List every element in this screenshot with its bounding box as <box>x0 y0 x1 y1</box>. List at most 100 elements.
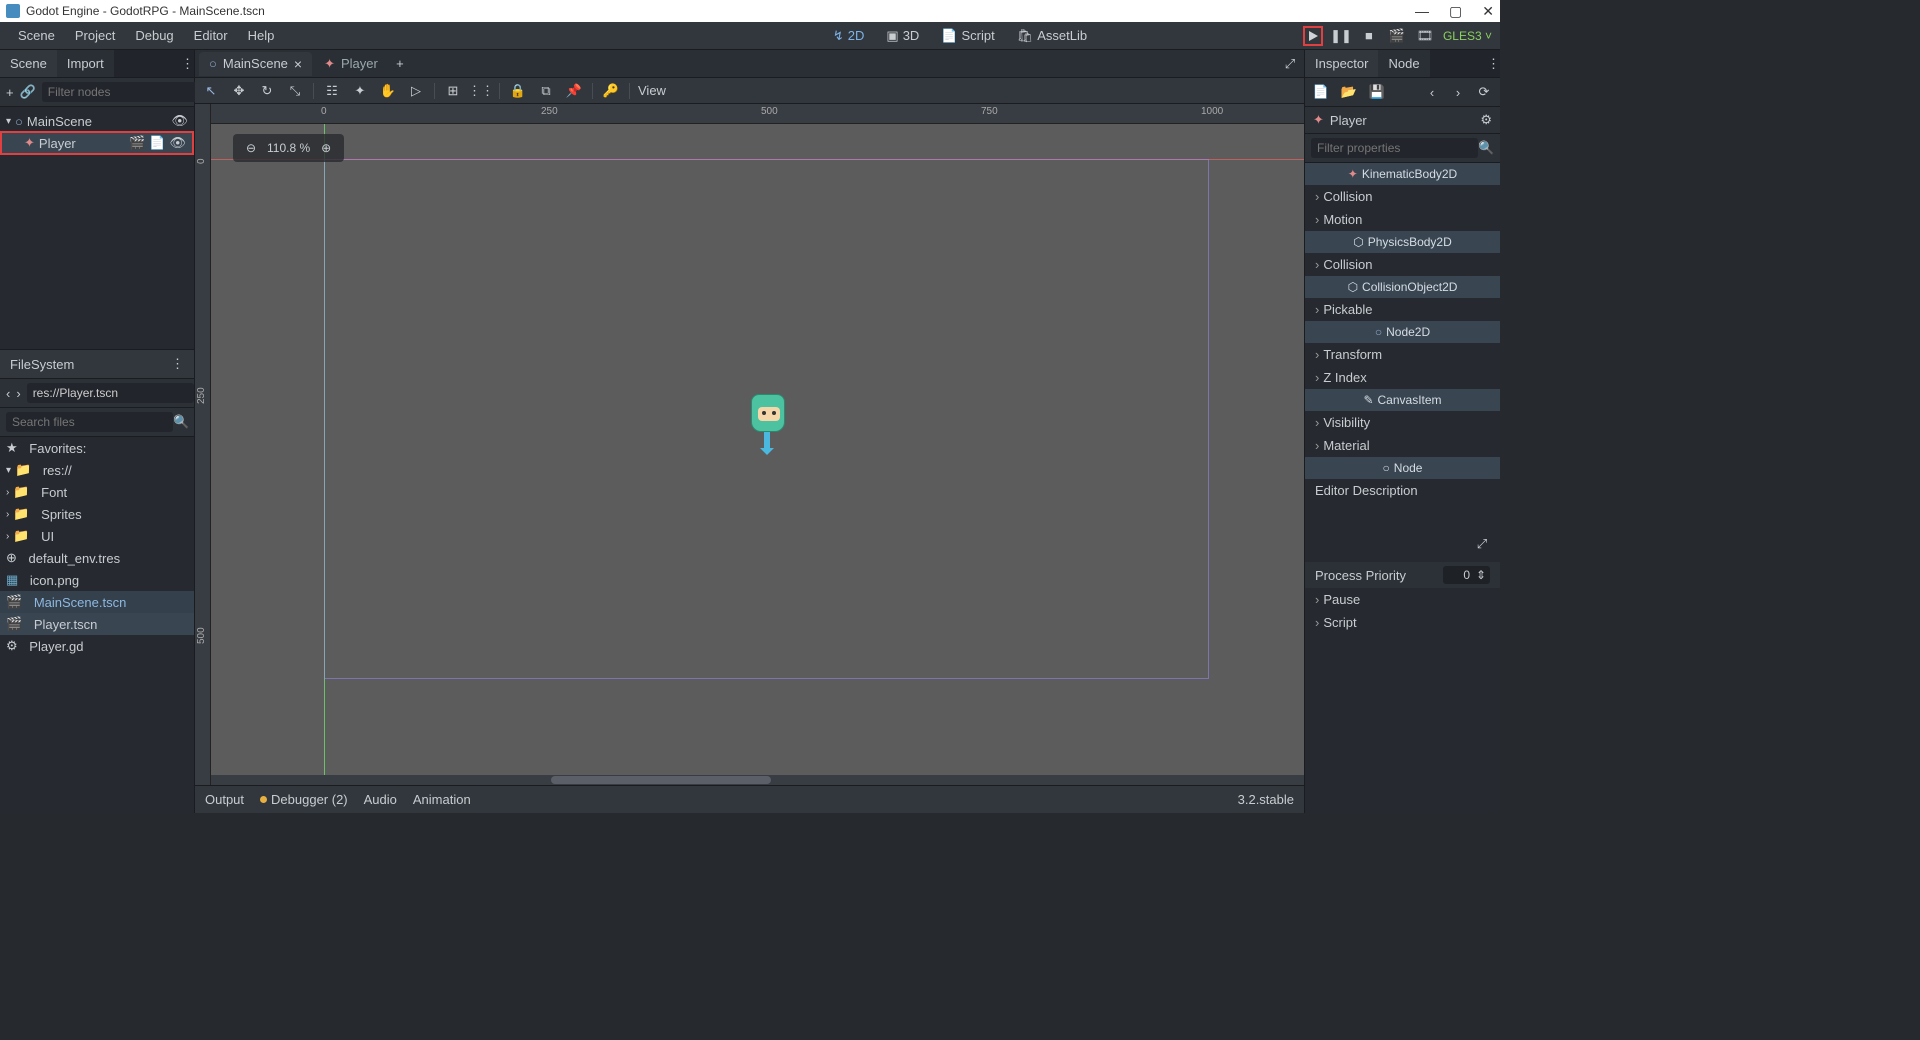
process-priority-value[interactable]: 0⇕ <box>1443 566 1490 584</box>
object-menu-icon[interactable]: ⚙ <box>1480 112 1492 128</box>
renderer-selector[interactable]: GLES3 ˅ <box>1443 29 1492 43</box>
play-custom-button[interactable]: 🎞 <box>1415 26 1435 46</box>
group-collision[interactable]: Collision <box>1305 253 1500 276</box>
link-node-icon[interactable]: 🔗 <box>20 82 36 102</box>
open-resource-icon[interactable]: 📂 <box>1339 82 1359 102</box>
move-tool-icon[interactable]: ✥ <box>229 81 249 101</box>
expand-textarea-icon[interactable]: ⤢ <box>1472 534 1492 554</box>
folder-row[interactable]: ›📁 Sprites <box>0 503 194 525</box>
group-motion[interactable]: Motion <box>1305 208 1500 231</box>
group-zindex[interactable]: Z Index <box>1305 366 1500 389</box>
rotate-tool-icon[interactable]: ↻ <box>257 81 277 101</box>
load-resource-icon[interactable]: 📄 <box>1311 82 1331 102</box>
view-menu[interactable]: View <box>638 83 666 98</box>
bottom-tab-audio[interactable]: Audio <box>364 792 397 807</box>
workspace-script[interactable]: 📄 Script <box>933 24 1002 48</box>
file-row[interactable]: ⚙ Player.gd <box>0 635 194 657</box>
group-pickable[interactable]: Pickable <box>1305 298 1500 321</box>
maximize-icon[interactable]: ▢ <box>1449 3 1462 20</box>
bone-icon[interactable]: 📌 <box>564 81 584 101</box>
history-list-icon[interactable]: ⟳ <box>1474 82 1494 102</box>
stop-button[interactable]: ■ <box>1359 26 1379 46</box>
menu-debug[interactable]: Debug <box>125 24 183 47</box>
path-input[interactable] <box>27 383 194 403</box>
folder-row[interactable]: ›📁 Font <box>0 481 194 503</box>
workspace-2d[interactable]: ↯ 2D <box>825 24 873 48</box>
play-scene-button[interactable]: 🎬 <box>1387 26 1407 46</box>
scene-tab-mainscene[interactable]: ○ MainScene × <box>199 52 312 76</box>
dock-menu-icon[interactable]: ⋮ <box>181 56 194 72</box>
class-collisionobject2d[interactable]: ⬡CollisionObject2D <box>1305 276 1500 298</box>
dock-menu-icon[interactable]: ⋮ <box>1487 56 1500 72</box>
group-material[interactable]: Material <box>1305 434 1500 457</box>
add-node-icon[interactable]: + <box>6 82 14 102</box>
scale-tool-icon[interactable]: ⤡ <box>285 81 305 101</box>
bottom-tab-debugger[interactable]: Debugger (2) <box>260 792 348 807</box>
history-back-icon[interactable]: ‹ <box>1422 82 1442 102</box>
file-row[interactable]: ▦ icon.png <box>0 569 194 591</box>
menu-project[interactable]: Project <box>65 24 125 47</box>
group-script[interactable]: Script <box>1305 611 1500 634</box>
file-row[interactable]: 🎬 Player.tscn <box>0 613 194 635</box>
tab-import-dock[interactable]: Import <box>57 50 114 77</box>
lock-icon[interactable]: 🔒 <box>508 81 528 101</box>
history-forward-icon[interactable]: › <box>1448 82 1468 102</box>
class-kinematicbody2d[interactable]: ✦KinematicBody2D <box>1305 163 1500 185</box>
file-row[interactable]: ⊕ default_env.tres <box>0 547 194 569</box>
collapse-icon[interactable]: ▾ <box>6 116 11 127</box>
group-pause[interactable]: Pause <box>1305 588 1500 611</box>
visibility-icon[interactable]: 👁 <box>171 113 188 129</box>
version-label[interactable]: 3.2.stable <box>1238 792 1294 807</box>
select-tool-icon[interactable]: ↖ <box>201 81 221 101</box>
zoom-in-icon[interactable]: ⊕ <box>316 138 336 158</box>
dock-menu-icon[interactable]: ⋮ <box>171 356 184 372</box>
script-icon[interactable]: 📄 <box>149 135 165 151</box>
snap-toggle-icon[interactable]: ⊞ <box>443 81 463 101</box>
tab-inspector[interactable]: Inspector <box>1305 50 1378 77</box>
list-select-icon[interactable]: ☷ <box>322 81 342 101</box>
search-files-input[interactable] <box>6 412 173 432</box>
scene-player-node[interactable]: ✦ Player 🎬 📄 👁 <box>0 131 194 155</box>
scene-root-node[interactable]: ▾ ○ MainScene 👁 <box>0 111 194 131</box>
ruler-tool-icon[interactable]: ▷ <box>406 81 426 101</box>
class-canvasitem[interactable]: ✎CanvasItem <box>1305 389 1500 411</box>
group-transform[interactable]: Transform <box>1305 343 1500 366</box>
player-sprite[interactable] <box>751 394 785 450</box>
close-tab-icon[interactable]: × <box>294 56 302 72</box>
group-visibility[interactable]: Visibility <box>1305 411 1500 434</box>
class-node2d[interactable]: ○Node2D <box>1305 321 1500 343</box>
class-node[interactable]: ○Node <box>1305 457 1500 479</box>
minimize-icon[interactable]: — <box>1415 3 1429 20</box>
menu-editor[interactable]: Editor <box>184 24 238 47</box>
group-collision[interactable]: Collision <box>1305 185 1500 208</box>
new-scene-tab-icon[interactable]: + <box>390 54 410 74</box>
snap-options-icon[interactable]: ⋮⋮ <box>471 81 491 101</box>
search-icon[interactable]: 🔍 <box>173 412 189 432</box>
class-physicsbody2d[interactable]: ⬡PhysicsBody2D <box>1305 231 1500 253</box>
nav-forward-icon[interactable]: › <box>16 383 20 403</box>
pause-button[interactable]: ❚❚ <box>1331 26 1351 46</box>
group-icon[interactable]: ⧉ <box>536 81 556 101</box>
play-button[interactable] <box>1303 26 1323 46</box>
pan-tool-icon[interactable]: ✋ <box>378 81 398 101</box>
folder-row[interactable]: ›📁 UI <box>0 525 194 547</box>
viewport-canvas[interactable]: 0 250 500 0 250 500 750 1000 ⊖ 110.8 % ⊕ <box>195 104 1304 785</box>
distraction-free-icon[interactable]: ⤢ <box>1280 54 1300 74</box>
tab-node[interactable]: Node <box>1378 50 1429 77</box>
filter-properties-input[interactable] <box>1311 138 1478 158</box>
tab-scene-dock[interactable]: Scene <box>0 50 57 77</box>
favorites-row[interactable]: ★ Favorites: <box>0 437 194 459</box>
filter-nodes-input[interactable] <box>42 82 209 102</box>
menu-scene[interactable]: Scene <box>8 24 65 47</box>
nav-back-icon[interactable]: ‹ <box>6 383 10 403</box>
close-window-icon[interactable]: ✕ <box>1482 3 1494 20</box>
bottom-tab-output[interactable]: Output <box>205 792 244 807</box>
bottom-tab-animation[interactable]: Animation <box>413 792 471 807</box>
instance-icon[interactable]: 🎬 <box>129 135 145 151</box>
visibility-icon[interactable]: 👁 <box>169 135 186 151</box>
workspace-3d[interactable]: ▣ 3D <box>878 24 927 48</box>
file-row[interactable]: 🎬 MainScene.tscn <box>0 591 194 613</box>
res-root-row[interactable]: ▾📁 res:// <box>0 459 194 481</box>
scene-tab-player[interactable]: ✦ Player <box>314 52 388 76</box>
viewport-scrollbar-h[interactable] <box>211 775 1304 785</box>
